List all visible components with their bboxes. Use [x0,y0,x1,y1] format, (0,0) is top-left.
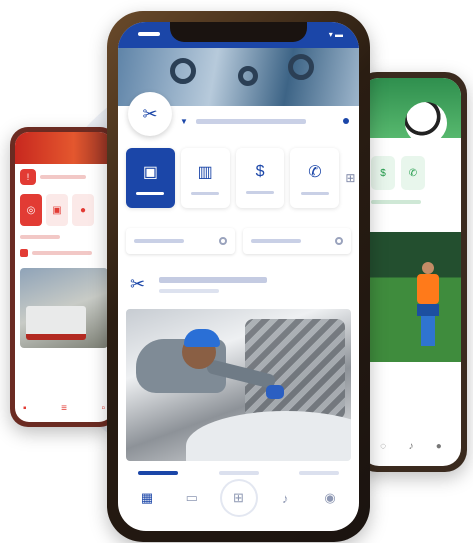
grid-icon[interactable]: ◌ [380,441,386,452]
tab-indicator-active[interactable] [138,471,178,475]
tile-label-placeholder [300,191,329,195]
left-tiles: ◎ ▣ ● [15,190,113,230]
engine-bay [245,319,345,419]
left-card-head [15,244,113,262]
bell-icon[interactable]: ♪ [270,483,300,513]
right-photo-soccer [361,232,461,362]
phone-notch [170,22,307,42]
chat-icon[interactable]: ● [72,194,94,226]
dashboard-icon: ▣ [142,163,158,181]
clock-icon [335,237,343,245]
right-hero-banner [361,78,461,144]
center-filter-row [126,228,351,254]
right-phone: $ ✆ ◌ ♪ ● [355,72,467,472]
tile-label-placeholder [191,191,220,195]
gift-tile[interactable]: ▥ [180,148,230,208]
left-card-title-placeholder [32,251,92,255]
soccer-ball [405,102,447,144]
clock-icon [218,237,227,245]
phone-tile[interactable]: ✆ [290,148,340,208]
card-photo-mechanic[interactable] [126,309,351,461]
tab-indicator[interactable] [218,471,259,475]
tools-icon: ✂ [130,274,146,294]
coins-icon[interactable]: $ [371,156,395,190]
left-card-icon [20,249,28,257]
center-bottom-nav: ▦ ▭ ⊞ ♪ ◉ [132,481,345,515]
gear-decoration [238,66,258,86]
status-time-placeholder [138,32,160,36]
coins-tile[interactable]: $ [235,148,285,208]
filter-field-1[interactable] [126,228,235,254]
left-title-placeholder [40,175,86,179]
briefcase-icon[interactable]: ▣ [46,194,68,226]
filter-field-2[interactable] [242,228,351,254]
tile-label-placeholder [136,191,165,195]
center-tab-indicators [138,471,339,475]
car-hood [186,411,351,461]
home-icon[interactable]: ▪ [23,403,27,414]
card-header: ✂ [130,274,347,295]
user-icon[interactable]: ◉ [315,483,345,513]
header-title-placeholder [195,118,306,124]
filter-field-placeholder [134,239,184,243]
user-icon[interactable]: ● [436,441,442,452]
home-icon[interactable]: ▦ [132,483,162,513]
card-subtitle-placeholder [159,288,220,293]
filter-field-placeholder [250,239,301,243]
chevron-down-icon[interactable]: ▼ [180,117,188,126]
center-app-header: ✂ ▼ [128,92,349,136]
tools-icon[interactable]: ✂ [128,92,172,136]
wifi-battery-icon: ▾ ▬ [328,30,343,39]
tab-indicator[interactable] [299,471,339,475]
right-filter-row [361,196,461,208]
left-phone: ! ◎ ▣ ● ▪ ≡ ▫ [10,127,118,427]
grid-more-icon[interactable]: ⊞ [345,148,359,208]
dashboard-tile[interactable]: ▣ [126,148,175,208]
card-title-lines [159,276,268,293]
mechanic-cap [184,329,220,347]
bell-icon[interactable]: ♪ [408,441,413,452]
mockup-stage: ! ◎ ▣ ● ▪ ≡ ▫ $ ✆ ◌ ♪ ● ▾ ▬ ✂ ▼ ▣ ▥ $ ✆ … [0,0,473,543]
center-category-tiles: ▣ ▥ $ ✆ ⊞ [126,148,359,208]
left-filter-placeholder [20,235,60,239]
right-tiles: $ ✆ [361,138,461,196]
right-phone-screen: $ ✆ ◌ ♪ ● [361,78,461,466]
gear-decoration [288,54,314,80]
alert-icon[interactable]: ! [20,169,36,185]
left-filter-row [15,230,113,244]
phone-icon[interactable]: ✆ [401,156,425,190]
phone-icon: ✆ [308,163,322,181]
gear-decoration [170,58,196,84]
center-phone-screen: ▾ ▬ ✂ ▼ ▣ ▥ $ ✆ ⊞ ✂ ▦ ▭ ⊞ ♪ ◉ [118,22,359,531]
right-bottom-nav: ◌ ♪ ● [369,441,453,452]
left-header-row: ! [15,164,113,190]
left-bottom-nav: ▪ ≡ ▫ [23,403,105,414]
card-title-placeholder [159,276,268,283]
tile-label-placeholder [246,190,275,194]
mechanic-glove [266,385,284,399]
soccer-player [417,262,439,354]
menu-icon[interactable]: ≡ [61,403,67,414]
coins-icon: $ [255,162,265,180]
grid-icon[interactable]: ▫ [101,403,105,414]
briefcase-icon[interactable]: ▭ [177,483,207,513]
left-phone-screen: ! ◎ ▣ ● ▪ ≡ ▫ [15,132,113,422]
center-phone: ▾ ▬ ✂ ▼ ▣ ▥ $ ✆ ⊞ ✂ ▦ ▭ ⊞ ♪ ◉ [107,11,370,542]
grid-icon[interactable]: ⊞ [222,481,256,515]
left-hero-banner [15,132,113,164]
gift-icon: ▥ [197,163,213,181]
notification-dot[interactable] [343,118,349,124]
sweeper-truck [26,306,86,340]
left-photo-street-sweeper [20,268,108,348]
right-filter-placeholder [371,200,421,204]
target-icon[interactable]: ◎ [20,194,42,226]
